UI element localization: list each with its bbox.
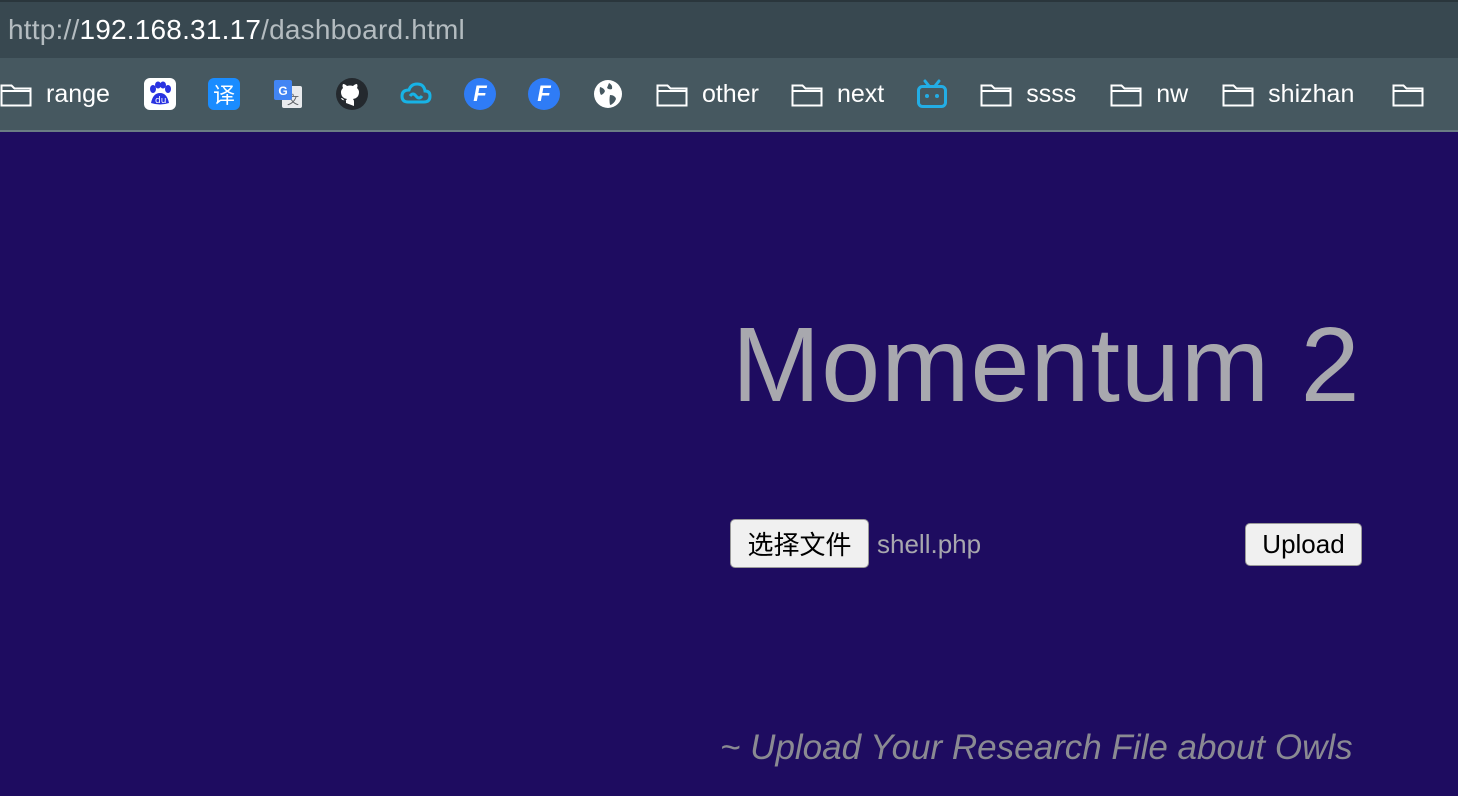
bookmark-bilibili[interactable]: [916, 72, 948, 116]
fofa-glyph: F: [537, 81, 551, 106]
selected-file-name: shell.php: [877, 529, 982, 559]
url-path: /dashboard.html: [261, 14, 465, 45]
bookmarks-bar: range du 译 文G F F other next ssss nw shi…: [0, 58, 1458, 132]
translate-glyph: 译: [212, 84, 235, 109]
bookmark-fofa-1[interactable]: F: [463, 72, 496, 116]
svg-text:du: du: [155, 96, 166, 106]
bookmark-google-translate[interactable]: 文G: [272, 72, 304, 116]
bookmark-folder-overflow[interactable]: [1392, 72, 1424, 116]
bookmark-label: nw: [1156, 79, 1189, 108]
baidu-icon: du: [143, 78, 176, 110]
tagline: ~ Upload Your Research File about Owls: [720, 728, 1353, 767]
folder-icon: [1222, 84, 1254, 107]
cloud-icon: [400, 82, 432, 104]
url-host: 192.168.31.17: [79, 14, 262, 45]
page-content: Momentum 2 选择文件 shell.php Upload ~ Uploa…: [0, 132, 1458, 796]
bookmark-folder-ssss[interactable]: ssss: [980, 72, 1076, 116]
bookmark-globe[interactable]: [592, 72, 624, 116]
bilibili-icon: [917, 79, 948, 108]
globe-icon: [593, 80, 622, 108]
bookmark-folder-range[interactable]: range: [0, 72, 110, 116]
choose-file-button[interactable]: 选择文件: [730, 519, 869, 568]
fofa-icon: F: [463, 78, 496, 110]
svg-text:G: G: [278, 84, 287, 98]
fofa-icon: F: [527, 78, 560, 110]
folder-icon: [980, 84, 1012, 107]
folder-icon: [1110, 84, 1142, 107]
bookmark-label: ssss: [1026, 79, 1077, 108]
bookmark-label: shizhan: [1268, 79, 1355, 108]
bookmark-github[interactable]: [335, 72, 368, 116]
bookmark-baidu[interactable]: du: [143, 72, 176, 116]
bookmark-label: other: [701, 79, 759, 108]
fofa-glyph: F: [473, 81, 487, 106]
bookmark-folder-nw[interactable]: nw: [1110, 72, 1188, 116]
upload-button[interactable]: Upload: [1245, 523, 1362, 566]
address-bar[interactable]: http://192.168.31.17/dashboard.html: [0, 0, 1458, 58]
page-title: Momentum 2: [732, 306, 1361, 424]
google-translate-icon: 文G: [273, 80, 302, 108]
bookmark-folder-other[interactable]: other: [656, 72, 759, 116]
bookmark-cloud[interactable]: [400, 72, 432, 116]
bookmark-label: range: [46, 79, 110, 108]
folder-icon: [791, 84, 823, 107]
bookmark-folder-next[interactable]: next: [791, 72, 884, 116]
folder-icon: [0, 84, 32, 107]
bookmark-folder-shizhan[interactable]: shizhan: [1222, 72, 1354, 116]
translate-icon: 译: [207, 78, 240, 110]
bookmark-translate[interactable]: 译: [207, 72, 240, 116]
bookmark-fofa-2[interactable]: F: [527, 72, 560, 116]
url-scheme: http://: [8, 14, 80, 45]
bookmark-label: next: [836, 79, 885, 108]
github-icon: [335, 78, 368, 110]
folder-icon: [1392, 84, 1424, 107]
folder-icon: [656, 84, 688, 107]
